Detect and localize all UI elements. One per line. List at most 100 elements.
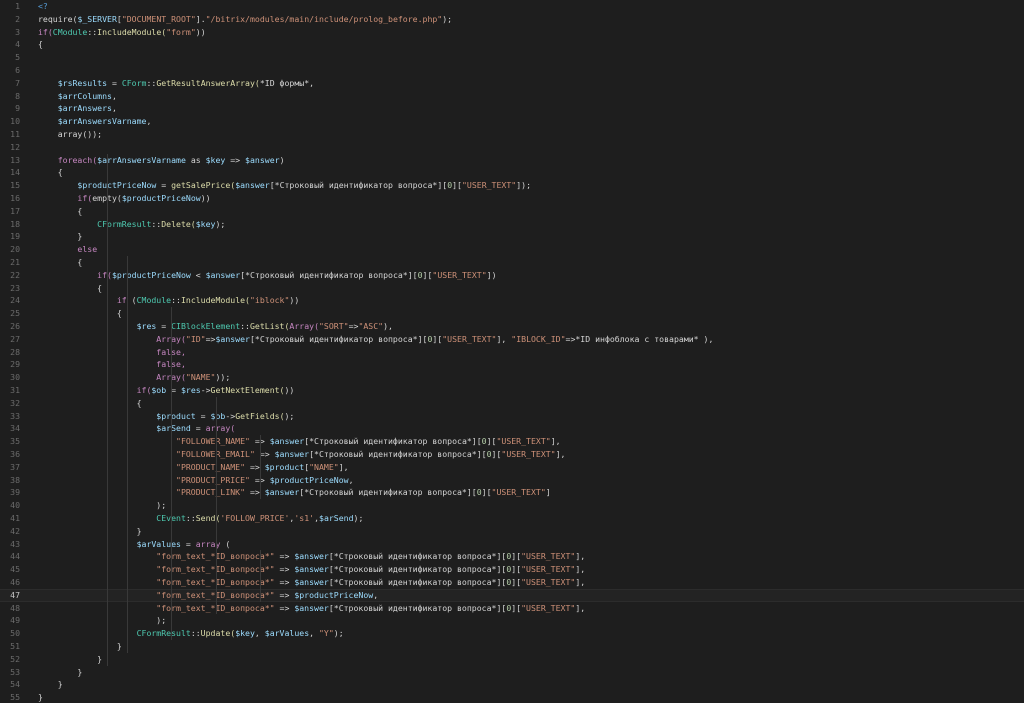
code-token: CModule [52,26,88,37]
line-number: 30 [10,372,20,383]
code-token: => [205,333,216,344]
code-token: Delete( [161,218,196,229]
code-token: <? [38,1,48,11]
code-text: if (CModule::IncludeModule("iblock")) [38,294,299,307]
code-line[interactable]: 16 if(empty($productPriceNow)) [0,192,1024,205]
code-token: ], [575,602,586,613]
code-line[interactable]: 38 "PRODUCT_PRICE" => $productPriceNow, [0,474,1024,487]
code-line[interactable]: 34 $arSend = array( [0,422,1024,435]
code-text: false, [38,346,186,359]
code-line[interactable]: 36 "FOLLOWER_EMAIL" => $answer[*Строковы… [0,448,1024,461]
code-token: { [38,308,122,319]
code-token: $res [180,385,201,395]
code-line[interactable]: 31 if($ob = $res->GetNextElement()) [0,384,1024,397]
code-token: "USER_TEXT" [461,180,517,191]
code-token: => [274,551,295,562]
code-line[interactable]: 46 "form_text_*ID_вопроса*" => $answer[*… [0,576,1024,589]
code-line[interactable]: 41 CEvent::Send('FOLLOW_PRICE','s1',$arS… [0,512,1024,525]
code-line[interactable]: 27 Array("ID"=>$answer[*Строковый иденти… [0,333,1024,346]
code-line[interactable]: 1 <? [0,0,1024,13]
code-line[interactable]: 21 { [0,256,1024,269]
code-line[interactable]: 28 false, [0,346,1024,359]
code-line[interactable]: 30 Array("NAME")); [0,371,1024,384]
code-line[interactable]: 24 if (CModule::IncludeModule("iblock")) [0,294,1024,307]
code-token: , [146,116,152,127]
code-line[interactable]: 19 } [0,230,1024,243]
code-line[interactable]: 8 $arrColumns, [0,90,1024,103]
code-token: { [38,39,43,50]
code-line[interactable]: 15 $productPriceNow = getSalePrice($answ… [0,179,1024,192]
code-token: GetNextElement( [210,385,285,395]
code-token: $answer [294,577,329,587]
code-line[interactable]: 17 { [0,205,1024,218]
indent-guide [215,409,217,615]
code-token: , [111,90,117,101]
indent-guide [260,550,262,602]
code-line[interactable]: 54 } [0,678,1024,691]
code-token: false, [38,359,186,370]
code-line[interactable]: 5 [0,51,1024,64]
code-token: CForm [121,77,147,88]
code-line[interactable]: 45 "form_text_*ID_вопроса*" => $answer[*… [0,563,1024,576]
code-text: <? [38,0,48,13]
code-line[interactable]: 33 $product = $ob->GetFields(); [0,410,1024,423]
code-line[interactable]: 26 $res = CIBlockElement::GetList(Array(… [0,320,1024,333]
code-line[interactable]: 2 require($_SERVER["DOCUMENT_ROOT"]."/bit… [0,13,1024,26]
code-line[interactable]: 40 ); [0,499,1024,512]
code-line[interactable]: 12 [0,141,1024,154]
code-line[interactable]: 48 "form_text_*ID_вопроса*" => $answer[*… [0,602,1024,615]
code-line[interactable]: 55} [0,691,1024,703]
line-number: 13 [10,154,20,165]
line-number: 33 [10,410,20,421]
code-token: = [166,385,181,395]
code-line[interactable]: 11 array()); [0,128,1024,141]
line-number: 2 [15,13,20,24]
code-line[interactable]: 6 [0,64,1024,77]
line-number: 47 [10,589,20,600]
code-line[interactable]: 44 "form_text_*ID_вопроса*" => $answer[*… [0,550,1024,563]
code-line[interactable]: 47 "form_text_*ID_вопроса*" => $productP… [0,588,1024,602]
code-text: } [38,691,43,703]
code-line[interactable]: 50 CFormResult::Update($key, $arValues, … [0,627,1024,640]
code-line[interactable]: 39 "PRODUCT_LINK" => $answer[*Строковый … [0,486,1024,499]
code-line[interactable]: 14 { [0,166,1024,179]
code-line[interactable]: 29 false, [0,358,1024,371]
code-line[interactable]: 49 ); [0,614,1024,627]
line-number: 26 [10,321,20,331]
code-token: $answer [215,333,250,344]
code-line[interactable]: 20 else [0,243,1024,256]
code-token: "USER_TEXT" [521,602,576,613]
code-line[interactable]: 22 if($productPriceNow < $answer[*Строко… [0,269,1024,282]
code-editor[interactable]: 1 <? 2 require($_SERVER["DOCUMENT_ROOT"]."/… [0,0,1024,703]
code-line[interactable]: 13 foreach($arrAnswersVarname as $key =>… [0,154,1024,167]
code-line[interactable]: 53 } [0,666,1024,679]
code-text: "PRODUCT_PRICE" => $productPriceNow, [38,474,353,487]
code-line[interactable]: 52 } [0,653,1024,666]
code-line[interactable]: 43 $arValues = array ( [0,538,1024,551]
line-number: 44 [10,551,20,562]
code-line[interactable]: 35 "FOLLOWER_NAME" => $answer[*Строковый… [0,435,1024,448]
code-token: :: [171,295,181,306]
code-line[interactable]: 4{ [0,38,1024,51]
code-line[interactable]: 25 { [0,307,1024,320]
code-line[interactable]: 23 { [0,282,1024,295]
code-text: CFormResult::Delete($key); [38,218,225,231]
line-number: 54 [10,679,20,690]
code-line[interactable]: 32 { [0,397,1024,410]
code-line[interactable]: 18 CFormResult::Delete($key); [0,218,1024,231]
code-token: = [156,321,172,331]
code-token: )) [284,385,295,395]
code-text: "form_text_*ID_вопроса*" => $productPric… [38,589,378,602]
code-token: ], [575,577,586,587]
code-line[interactable]: 7 $rsResults = CForm::GetResultAnswerArr… [0,77,1024,90]
code-line[interactable]: 42 } [0,525,1024,538]
code-line[interactable]: 3 if(CModule::IncludeModule("form")) [0,26,1024,39]
code-line[interactable]: 51 } [0,640,1024,653]
code-line[interactable]: 9 $arrAnswers, [0,102,1024,115]
code-token: $answer [274,449,310,459]
code-token: $ob [151,385,167,395]
code-line[interactable]: 37 "PRODUCT_NAME" => $product["NAME"], [0,461,1024,474]
code-line[interactable]: 10 $arrAnswersVarname, [0,115,1024,128]
code-text: array()); [38,128,102,141]
line-number: 55 [10,692,20,703]
